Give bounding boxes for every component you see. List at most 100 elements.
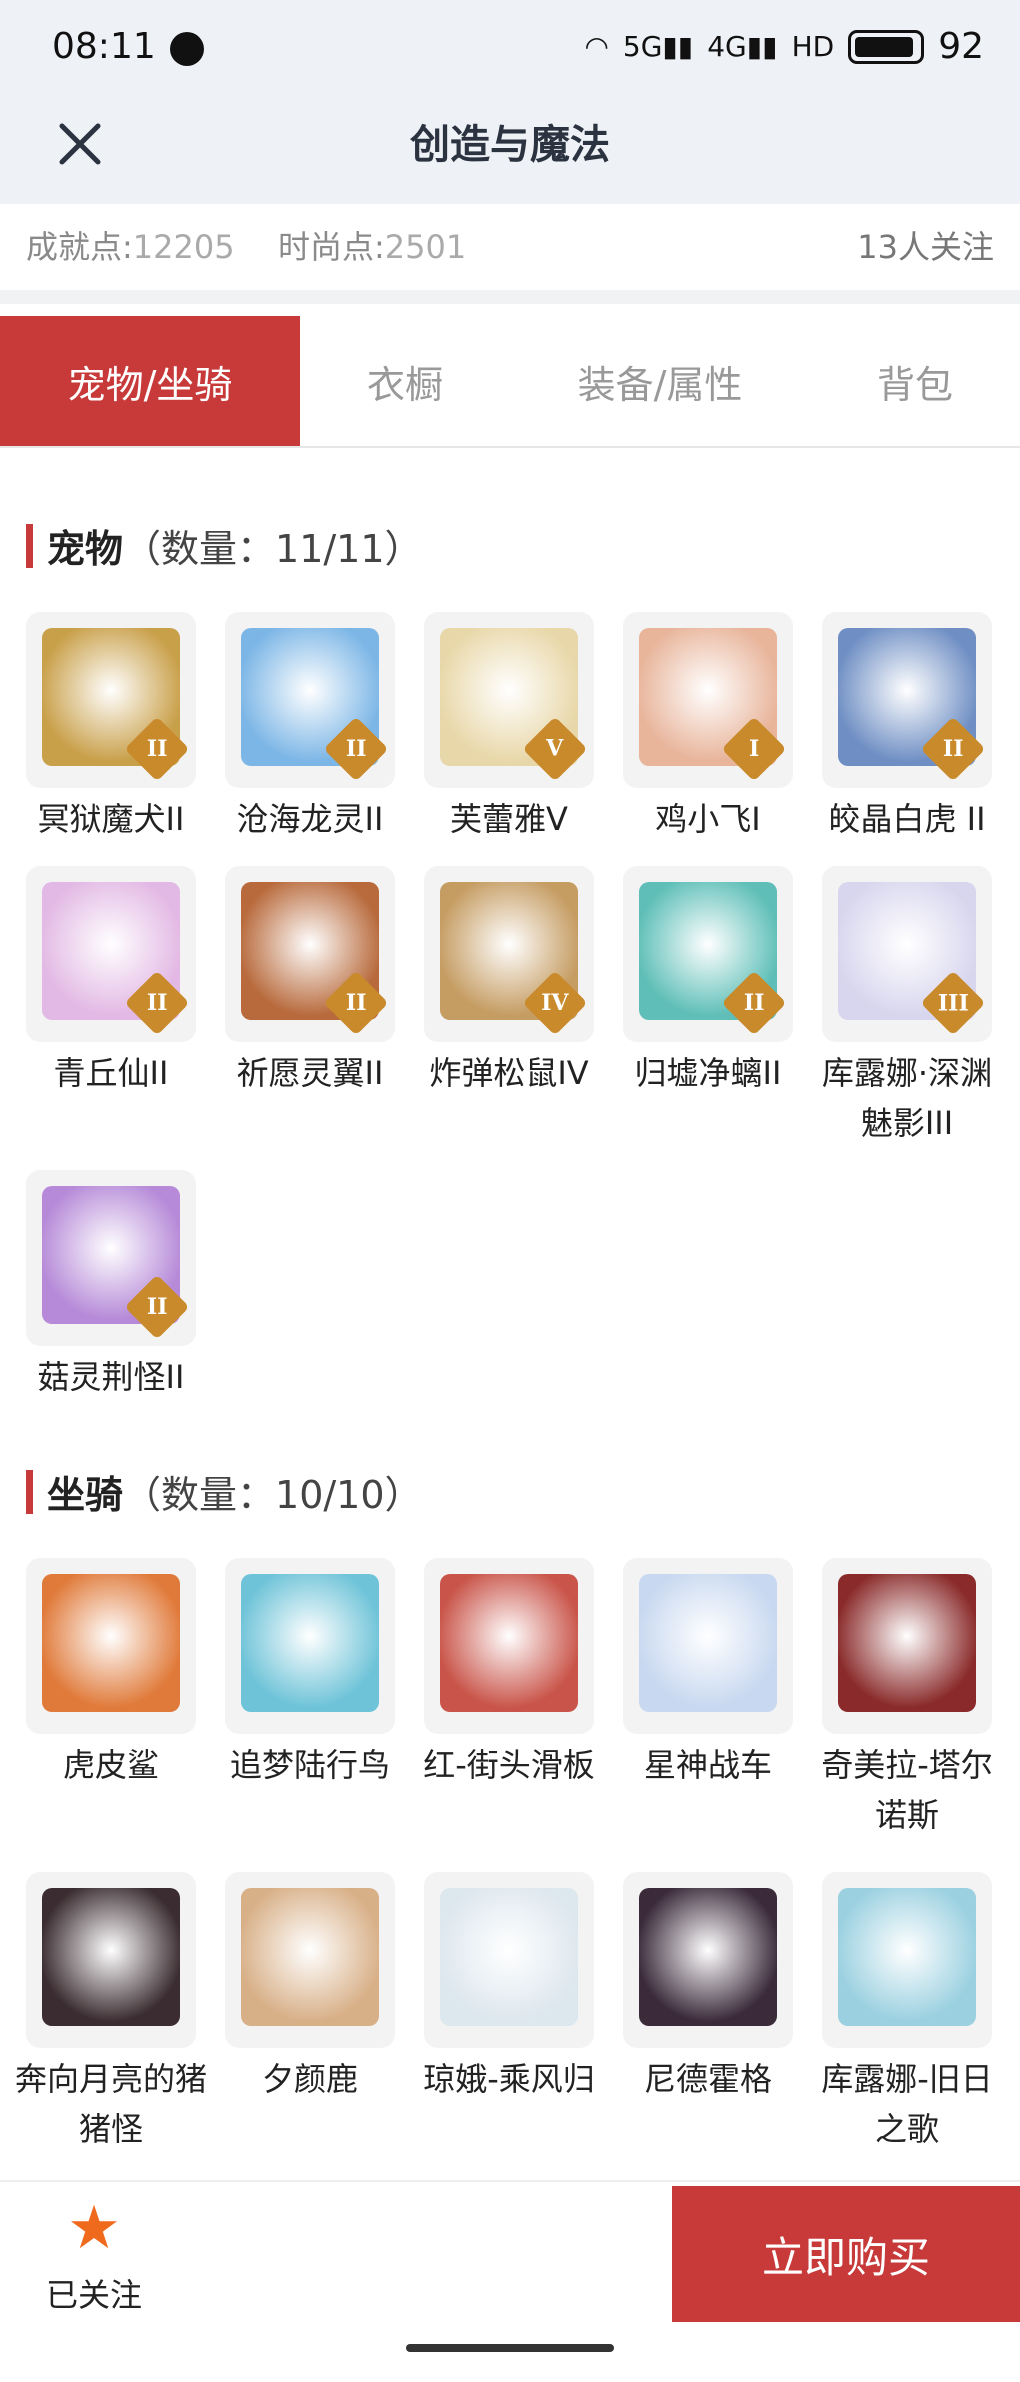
item-name: 沧海龙灵II — [236, 800, 384, 838]
item-name: 炸弹松鼠IV — [429, 1054, 589, 1092]
item-name: 红-街头滑板 — [423, 1746, 595, 1784]
signal-5g-icon: 5G▮▮ — [622, 30, 694, 63]
item-name: 库露娜·深渊魅影III — [821, 1054, 993, 1142]
item-thumbnail: IV — [424, 866, 594, 1042]
nav-bar: 创造与魔法 — [0, 96, 1020, 204]
mount-item[interactable]: 琼娥-乘风归 — [423, 1872, 595, 2154]
item-thumbnail — [225, 1872, 395, 2048]
points-row: 成就点:12205 时尚点:2501 13人关注 — [0, 204, 1020, 304]
mount-item[interactable]: 虎皮鲨 — [26, 1558, 196, 1840]
pets-section-title: 宠物 （数量：11/11） — [26, 518, 423, 573]
item-image — [838, 1888, 976, 2026]
mount-item[interactable]: 红-街头滑板 — [423, 1558, 595, 1840]
pet-item[interactable]: II 沧海龙灵II — [225, 612, 395, 844]
wifi-icon: ◠ — [584, 30, 609, 63]
pet-item[interactable]: I 鸡小飞I — [623, 612, 793, 844]
item-image — [639, 1574, 777, 1712]
item-name: 星神战车 — [643, 1746, 772, 1784]
item-thumbnail — [26, 1872, 196, 2048]
mount-item[interactable]: 星神战车 — [623, 1558, 793, 1840]
pet-item[interactable]: II 冥狱魔犬II — [26, 612, 196, 844]
tab-bar: 宠物/坐骑 衣橱 装备/属性 背包 — [0, 316, 1020, 448]
item-thumbnail — [225, 1558, 395, 1734]
follow-button[interactable]: ★ 已关注 — [44, 2196, 144, 2316]
page-title: 创造与魔法 — [410, 122, 610, 168]
item-name: 夕颜鹿 — [261, 2060, 358, 2098]
follow-label: 已关注 — [45, 2276, 142, 2314]
item-name: 青丘仙II — [53, 1054, 169, 1092]
item-name: 归墟净螭II — [634, 1054, 782, 1092]
item-thumbnail: II — [623, 866, 793, 1042]
follower-count: 13人关注 — [857, 228, 994, 266]
item-name: 奔向月亮的猪猪怪 — [14, 2060, 207, 2148]
pets-grid: II 冥狱魔犬II II 沧海龙灵II V 芙蕾雅V I 鸡小飞I II 皎晶白虎 II II 青丘仙… — [26, 612, 996, 1402]
battery-level: 92 — [938, 26, 984, 67]
pet-item[interactable]: III 库露娜·深渊魅影III — [822, 866, 992, 1148]
item-thumbnail — [424, 1558, 594, 1734]
item-image — [42, 1574, 180, 1712]
fashion-points: 时尚点:2501 — [278, 228, 467, 266]
tab-equipment[interactable]: 装备/属性 — [540, 316, 780, 446]
item-thumbnail — [26, 1558, 196, 1734]
mount-item[interactable]: 夕颜鹿 — [225, 1872, 395, 2154]
item-thumbnail — [623, 1872, 793, 2048]
item-name: 虎皮鲨 — [62, 1746, 159, 1784]
item-thumbnail: II — [225, 866, 395, 1042]
battery-icon — [848, 29, 925, 64]
item-image — [838, 1574, 976, 1712]
pet-item[interactable]: II 菇灵荆怪II — [26, 1170, 196, 1402]
item-name: 冥狱魔犬II — [37, 800, 185, 838]
item-thumbnail: II — [26, 866, 196, 1042]
item-thumbnail: V — [424, 612, 594, 788]
pet-item[interactable]: V 芙蕾雅V — [424, 612, 594, 844]
item-name: 鸡小飞I — [655, 800, 761, 838]
item-thumbnail: II — [26, 1170, 196, 1346]
mount-item[interactable]: 奇美拉-塔尔诺斯 — [821, 1558, 993, 1840]
item-name: 琼娥-乘风归 — [423, 2060, 595, 2098]
item-name: 芙蕾雅V — [450, 800, 568, 838]
item-image — [440, 1888, 578, 2026]
status-indicators: ◠ 5G▮▮ 4G▮▮ HD 92 — [584, 26, 984, 67]
item-thumbnail: III — [822, 866, 992, 1042]
mounts-section-title: 坐骑 （数量：10/10） — [26, 1464, 423, 1519]
pet-item[interactable]: II 归墟净螭II — [623, 866, 793, 1148]
buy-now-button[interactable]: 立即购买 — [672, 2186, 1020, 2322]
top-area: 08:11 ◠ 5G▮▮ 4G▮▮ HD 92 创造与魔法 — [0, 0, 1020, 204]
item-thumbnail — [424, 1872, 594, 2048]
tab-backpack[interactable]: 背包 — [840, 316, 990, 446]
mount-item[interactable]: 奔向月亮的猪猪怪 — [15, 1872, 207, 2154]
item-image — [42, 1888, 180, 2026]
item-thumbnail — [822, 1558, 992, 1734]
item-name: 菇灵荆怪II — [37, 1358, 185, 1396]
signal-4g-icon: 4G▮▮ — [707, 30, 778, 63]
home-indicator — [406, 2344, 614, 2352]
pet-item[interactable]: II 祈愿灵翼II — [225, 866, 395, 1148]
item-name: 库露娜-旧日之歌 — [821, 2060, 993, 2148]
pet-item[interactable]: II 青丘仙II — [26, 866, 196, 1148]
item-name: 皎晶白虎 II — [828, 800, 986, 838]
notification-icon — [170, 32, 204, 66]
item-image — [241, 1574, 379, 1712]
item-thumbnail: II — [225, 612, 395, 788]
item-thumbnail: II — [26, 612, 196, 788]
pet-item[interactable]: II 皎晶白虎 II — [822, 612, 992, 844]
item-thumbnail: I — [623, 612, 793, 788]
achievement-points: 成就点:12205 — [26, 228, 235, 266]
mount-item[interactable]: 追梦陆行鸟 — [225, 1558, 395, 1840]
item-thumbnail: II — [822, 612, 992, 788]
tab-wardrobe[interactable]: 衣橱 — [310, 316, 500, 446]
item-name: 祈愿灵翼II — [236, 1054, 384, 1092]
pet-item[interactable]: IV 炸弹松鼠IV — [424, 866, 594, 1148]
status-bar: 08:11 ◠ 5G▮▮ 4G▮▮ HD 92 — [0, 0, 1020, 96]
item-thumbnail — [623, 1558, 793, 1734]
mount-item[interactable]: 库露娜-旧日之歌 — [821, 1872, 993, 2154]
item-image — [440, 1574, 578, 1712]
tab-pets-mounts[interactable]: 宠物/坐骑 — [0, 316, 300, 446]
star-icon: ★ — [67, 2193, 121, 2263]
item-name: 尼德霍格 — [643, 2060, 772, 2098]
status-time: 08:11 — [52, 26, 156, 67]
mount-item[interactable]: 尼德霍格 — [623, 1872, 793, 2154]
mounts-grid: 虎皮鲨 追梦陆行鸟 红-街头滑板 星神战车 奇美拉-塔尔诺斯奔向月亮的猪猪怪 夕颜鹿 琼娥-… — [15, 1558, 996, 2154]
item-image — [241, 1888, 379, 2026]
item-name: 追梦陆行鸟 — [229, 1746, 390, 1784]
